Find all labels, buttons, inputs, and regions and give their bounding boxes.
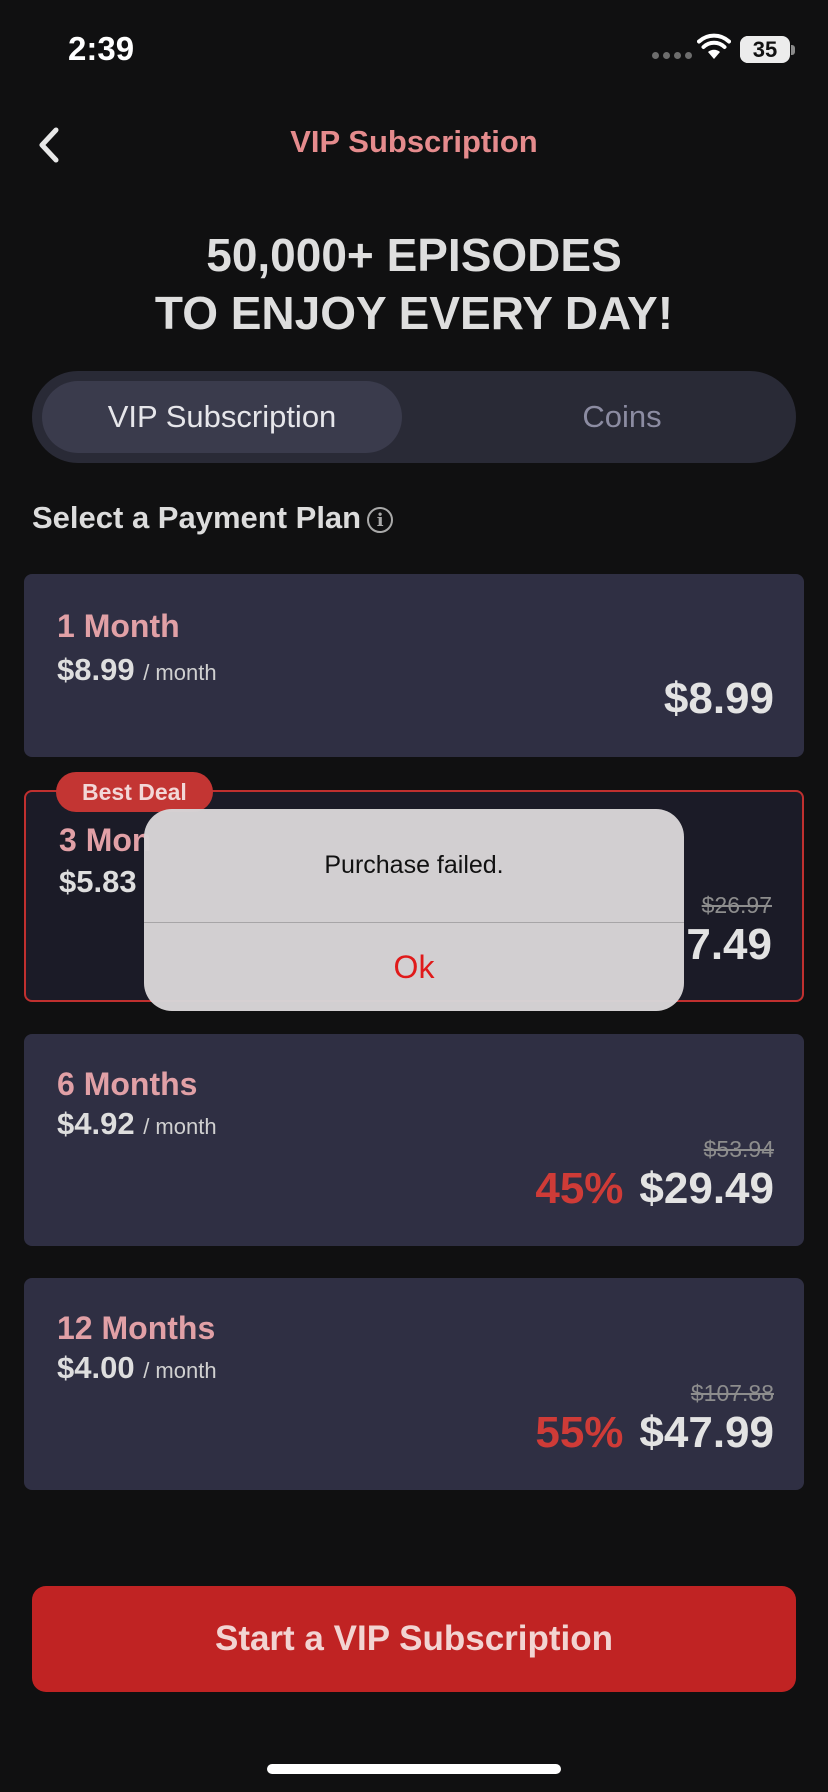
plan-name: 3 Mon: [59, 822, 152, 858]
page-title: VIP Subscription: [290, 124, 538, 159]
plan-rate: $4.92 / month: [57, 1106, 217, 1142]
start-vip-subscription-button[interactable]: Start a VIP Subscription: [32, 1586, 796, 1692]
plan-price: $47.99: [639, 1408, 774, 1457]
plan-price-row: $8.99: [664, 674, 774, 724]
plan-discount: 55%: [535, 1408, 624, 1457]
plan-rate-unit: / month: [143, 1358, 217, 1383]
headline-line-1: 50,000+ EPISODES: [206, 229, 622, 281]
home-indicator: [267, 1764, 561, 1774]
tab-coins[interactable]: Coins: [452, 381, 792, 453]
plan-price: $8.99: [663, 674, 774, 723]
tab-bar: VIP Subscription Coins: [32, 371, 796, 463]
plan-original-price: $107.88: [690, 1380, 774, 1406]
purchase-failed-alert: Purchase failed. Ok: [144, 809, 684, 1011]
plan-rate-unit: / month: [143, 660, 217, 685]
headline: 50,000+ EPISODES TO ENJOY EVERY DAY!: [0, 226, 828, 342]
plan-price: 7.49: [686, 920, 772, 969]
info-icon[interactable]: i: [367, 507, 394, 533]
plan-card-1-month[interactable]: 1 Month $8.99 / month $8.99: [24, 574, 804, 757]
status-bar: 2:39 35: [0, 0, 828, 100]
section-title: Select a Payment Plan i: [32, 500, 394, 536]
plan-card-12-months[interactable]: 12 Months $4.00 / month $107.88 55% $47.…: [24, 1278, 804, 1490]
battery-tip: [791, 45, 795, 55]
plan-rate: $5.83: [59, 864, 137, 900]
plan-original-price: $26.97: [701, 892, 772, 918]
plan-rate-value: $4.00: [57, 1350, 135, 1385]
plan-name: 1 Month: [57, 608, 180, 644]
alert-ok-button[interactable]: Ok: [144, 923, 684, 1011]
plan-name: 6 Months: [57, 1066, 198, 1102]
plan-rate-value: $8.99: [57, 652, 135, 687]
tab-vip-subscription[interactable]: VIP Subscription: [42, 381, 402, 453]
plan-original-price: $53.94: [703, 1136, 774, 1162]
plan-rate-unit: / month: [143, 1114, 217, 1139]
battery-icon: 35: [740, 36, 790, 63]
status-time: 2:39: [68, 30, 135, 67]
plan-rate-value: $4.92: [57, 1106, 135, 1141]
section-title-label: Select a Payment Plan: [32, 500, 362, 535]
plan-rate: $4.00 / month: [57, 1350, 217, 1386]
cellular-signal-icon: [652, 52, 692, 59]
battery-level: 35: [752, 37, 778, 62]
plan-price-row: 55% $47.99: [535, 1408, 774, 1458]
plan-discount: 45%: [535, 1164, 624, 1213]
plan-price: $29.49: [639, 1164, 774, 1213]
best-deal-badge: Best Deal: [56, 772, 213, 812]
plan-price-row: 7.49: [686, 920, 772, 970]
plan-name: 12 Months: [57, 1310, 216, 1346]
headline-line-2: TO ENJOY EVERY DAY!: [154, 287, 674, 339]
alert-message: Purchase failed.: [324, 851, 504, 879]
plan-rate-value: $5.83: [59, 864, 137, 899]
plan-card-6-months[interactable]: 6 Months $4.92 / month $53.94 45% $29.49: [24, 1034, 804, 1246]
wifi-icon: [697, 33, 731, 59]
plan-rate: $8.99 / month: [57, 652, 217, 688]
plan-price-row: 45% $29.49: [535, 1164, 774, 1214]
